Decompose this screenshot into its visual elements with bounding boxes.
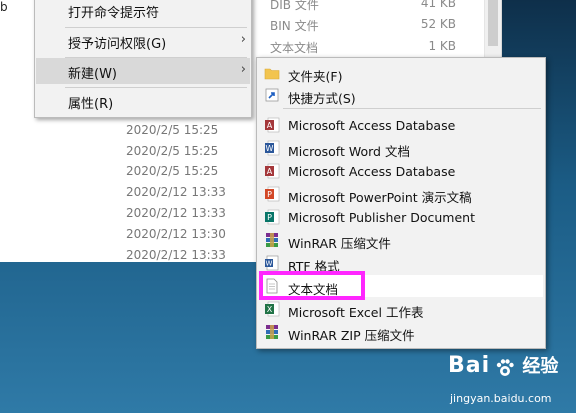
access-icon: A [265, 163, 280, 179]
menu-item-label: Microsoft Access Database [288, 164, 456, 179]
rtf-icon: W [265, 255, 279, 271]
menu-item-label: Microsoft Publisher Document [288, 210, 475, 225]
menu-separator [283, 108, 541, 109]
menu-item-label: Microsoft Excel 工作表 [288, 305, 424, 320]
file-size: 52 KB [420, 17, 456, 31]
submenu-item-powerpoint[interactable]: P Microsoft PowerPoint 演示文稿 [259, 183, 543, 205]
shortcut-icon [265, 88, 279, 102]
menu-item-label: 文件夹(F) [288, 69, 343, 84]
watermark-text: Bai [448, 353, 491, 378]
submenu-item-winrar-zip[interactable]: WinRAR ZIP 压缩文件 [259, 321, 543, 343]
submenu-item-publisher[interactable]: P Microsoft Publisher Document [259, 206, 543, 228]
menu-item-label: 授予访问权限(G) [68, 37, 167, 52]
file-size: 1 KB [428, 39, 456, 53]
svg-text:A: A [267, 121, 273, 130]
file-date: 2020/2/12 13:33 [126, 185, 226, 199]
svg-text:P: P [267, 190, 272, 199]
submenu-item-excel[interactable]: X Microsoft Excel 工作表 [259, 298, 543, 320]
svg-text:P: P [267, 213, 272, 222]
menu-item-label: 快捷方式(S) [288, 91, 356, 106]
winrar-icon [266, 233, 278, 247]
submenu-item-word-doc[interactable]: W Microsoft Word 文档 [259, 137, 543, 159]
menu-item-label: 打开命令提示符 [68, 6, 160, 21]
menu-item-new[interactable]: 新建(W) › [36, 58, 250, 84]
submenu-item-shortcut[interactable]: 快捷方式(S) [259, 84, 543, 106]
submenu-item-folder[interactable]: 文件夹(F) [259, 62, 543, 84]
excel-icon: X [265, 301, 280, 317]
svg-text:X: X [267, 305, 273, 314]
menu-item-properties[interactable]: 属性(R) [36, 88, 250, 114]
svg-text:W: W [266, 144, 274, 153]
svg-text:A: A [267, 167, 273, 176]
file-date: 2020/2/12 13:33 [126, 206, 226, 220]
watermark-url: jingyan.baidu.com [450, 392, 552, 405]
chevron-right-icon: › [240, 62, 246, 77]
file-type: DIB 文件 [270, 0, 319, 12]
chevron-right-icon: › [240, 32, 246, 47]
folder-icon [264, 68, 280, 80]
publisher-icon: P [265, 209, 280, 225]
submenu-item-access-db-2[interactable]: A Microsoft Access Database [259, 160, 543, 182]
file-type: 文本文档 [270, 41, 319, 55]
menu-item-label: Microsoft PowerPoint 演示文稿 [288, 190, 472, 205]
baidu-paw-icon [497, 358, 514, 376]
menu-item-label: Microsoft Word 文档 [288, 144, 410, 159]
menu-item-label: WinRAR 压缩文件 [288, 236, 391, 251]
file-type: BIN 文件 [270, 19, 319, 33]
file-date: 2020/2/5 15:25 [126, 164, 219, 178]
baidu-watermark: Bai 经验 jingyan.baidu.com [448, 352, 559, 405]
menu-item-open-cmd[interactable]: 打开命令提示符 [36, 0, 250, 23]
menu-item-label: 属性(R) [68, 97, 114, 112]
file-date: 2020/2/5 15:25 [126, 123, 219, 137]
powerpoint-icon: P [265, 186, 280, 202]
file-date: 2020/2/12 13:33 [126, 248, 226, 262]
submenu-item-access-db[interactable]: A Microsoft Access Database [259, 114, 543, 136]
menu-item-grant-access[interactable]: 授予访问权限(G) › [36, 28, 250, 54]
new-submenu: 文件夹(F) 快捷方式(S) A Microsoft Access Databa… [256, 57, 546, 349]
menu-item-label: 新建(W) [68, 67, 117, 82]
file-size: 41 KB [420, 0, 456, 10]
svg-text:W: W [266, 260, 273, 268]
winrar-zip-icon [266, 325, 278, 339]
watermark-cn-text: 经验 [522, 356, 559, 377]
access-icon: A [265, 117, 280, 133]
word-icon: W [265, 140, 280, 156]
context-menu: 打开命令提示符 授予访问权限(G) › 新建(W) › 属性(R) [34, 0, 252, 118]
file-date: 2020/2/12 13:30 [126, 227, 226, 241]
menu-item-label: Microsoft Access Database [288, 118, 456, 133]
menu-item-label: WinRAR ZIP 压缩文件 [288, 328, 415, 343]
annotation-highlight-box [259, 271, 365, 300]
truncated-text: b [0, 0, 8, 14]
file-date: 2020/2/5 15:25 [126, 144, 219, 158]
submenu-item-winrar[interactable]: WinRAR 压缩文件 [259, 229, 543, 251]
scrollbar-thumb[interactable] [488, 0, 498, 46]
